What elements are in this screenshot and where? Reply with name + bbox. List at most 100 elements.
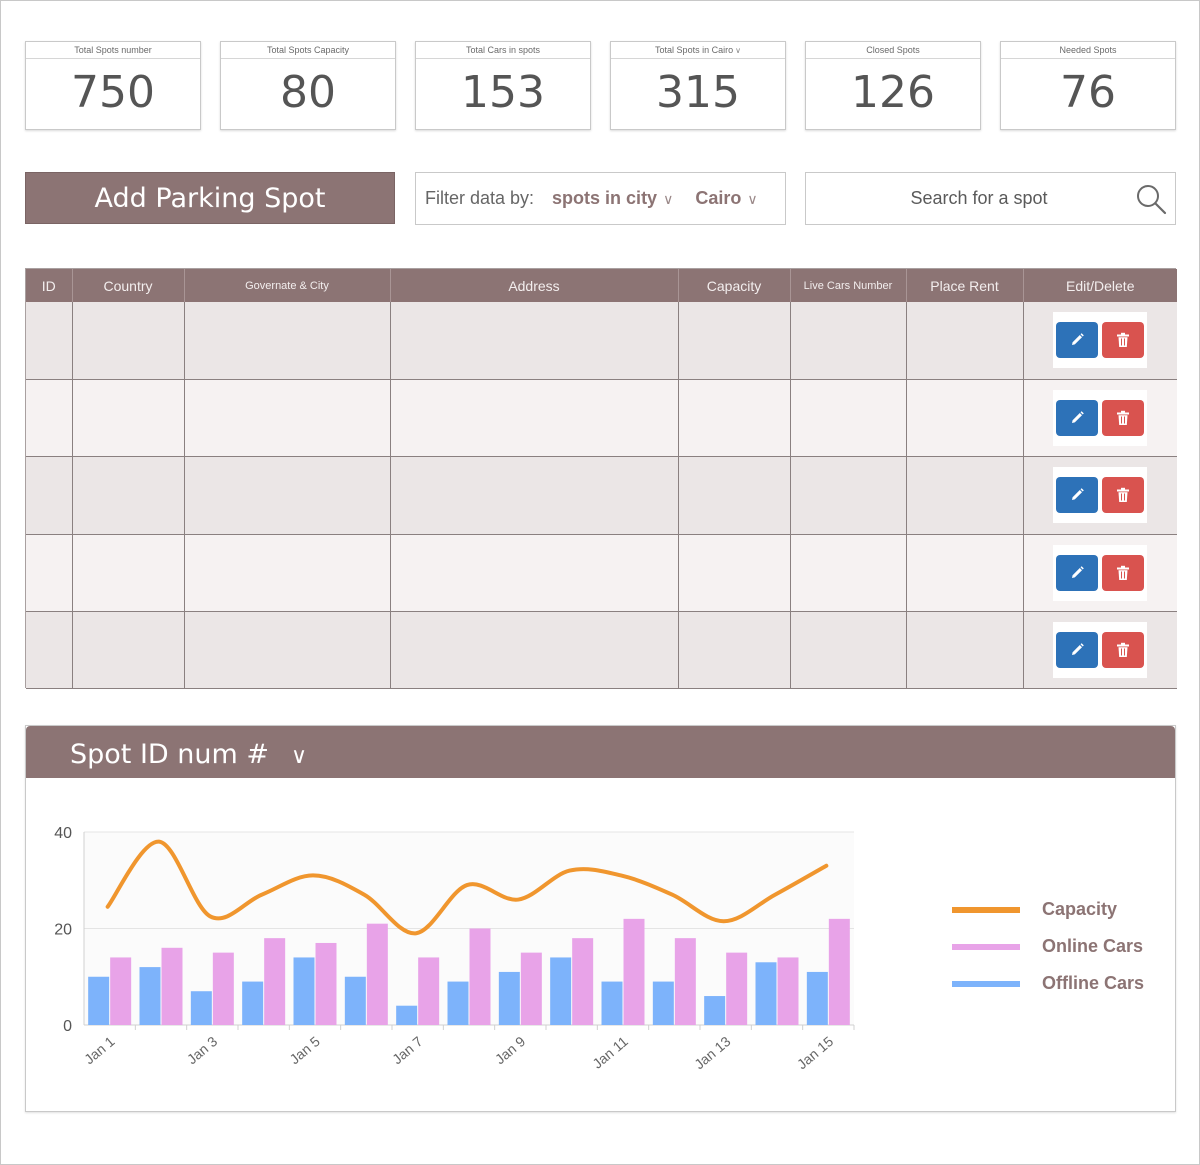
bar-online-cars	[366, 923, 388, 1025]
column-header: Capacity	[678, 269, 791, 302]
bar-online-cars	[161, 947, 183, 1025]
column-header: ID	[26, 269, 73, 302]
stat-value: 750	[71, 67, 155, 118]
bar-online-cars	[520, 952, 542, 1025]
filter-value-select[interactable]: Cairo ∨	[695, 188, 757, 209]
bar-offline-cars	[139, 967, 161, 1025]
table-cell	[790, 456, 907, 535]
table-cell	[72, 534, 185, 613]
stat-value: 153	[461, 67, 545, 118]
stat-card: Total Spots number 750	[25, 41, 201, 130]
x-tick-label: Jan 1	[81, 1033, 118, 1067]
stat-label[interactable]: Total Spots in Cairo ∨	[611, 42, 785, 59]
table-cell	[26, 379, 73, 458]
filter-label: Filter data by:	[425, 188, 535, 208]
bar-offline-cars	[652, 981, 674, 1025]
table-cell	[790, 379, 907, 458]
stat-label-text: Needed Spots	[1059, 45, 1117, 55]
table-cell	[678, 302, 791, 380]
filter-value-text: Cairo	[695, 188, 742, 208]
x-tick-label: Jan 7	[389, 1033, 426, 1067]
chevron-down-icon: ∨	[663, 191, 674, 207]
bar-offline-cars	[190, 991, 212, 1025]
bar-online-cars	[572, 938, 594, 1025]
trash-icon	[1116, 565, 1130, 581]
edit-button[interactable]	[1056, 477, 1099, 514]
delete-button[interactable]	[1102, 477, 1145, 514]
bar-offline-cars	[344, 976, 366, 1025]
row-actions	[1053, 544, 1148, 601]
bar-online-cars	[418, 957, 440, 1025]
filter-field-select[interactable]: spots in city ∨	[552, 188, 673, 209]
delete-button[interactable]	[1102, 322, 1145, 359]
table-row	[26, 456, 1177, 535]
stat-card: Total Cars in spots 153	[415, 41, 591, 130]
bar-online-cars	[469, 928, 491, 1025]
bar-offline-cars	[242, 981, 264, 1025]
column-header: Place Rent	[906, 269, 1024, 302]
table-cell	[678, 456, 791, 535]
table-cell	[1023, 611, 1177, 690]
table-cell	[184, 611, 391, 690]
chevron-down-icon[interactable]: ∨	[291, 744, 307, 769]
bar-online-cars	[212, 952, 234, 1025]
chevron-down-icon: ∨	[747, 191, 758, 207]
search-icon[interactable]	[1135, 183, 1167, 215]
table-cell	[390, 302, 679, 380]
delete-button[interactable]	[1102, 400, 1145, 437]
stat-card: Needed Spots 76	[1000, 41, 1176, 130]
delete-button[interactable]	[1102, 554, 1145, 591]
edit-button[interactable]	[1056, 632, 1099, 669]
bar-offline-cars	[88, 976, 110, 1025]
chart-panel: Spot ID num # ∨ 0 20 40 Jan 1 Jan 3 Jan 5 Jan 7…	[25, 725, 1176, 1112]
table-cell	[26, 611, 73, 690]
table-cell	[678, 534, 791, 613]
bar-offline-cars	[704, 996, 726, 1025]
y-tick-label: 0	[63, 1018, 72, 1035]
stat-value: 80	[280, 67, 336, 118]
table-cell	[26, 456, 73, 535]
table-cell	[184, 379, 391, 458]
edit-button[interactable]	[1056, 400, 1099, 437]
bar-online-cars	[674, 938, 696, 1025]
table-header: ID Country Governate & City Address Capacity…	[26, 269, 1177, 302]
y-tick-label: 40	[54, 825, 72, 842]
stat-label-text: Closed Spots	[866, 45, 920, 55]
table-cell	[790, 302, 907, 380]
column-header: Country	[72, 269, 185, 302]
stat-label-text: Total Spots in Cairo	[655, 45, 734, 55]
stat-label: Total Spots Capacity	[221, 42, 395, 59]
stat-label: Closed Spots	[806, 42, 980, 59]
search-input[interactable]	[806, 173, 1136, 224]
bar-online-cars	[264, 938, 286, 1025]
legend-swatch	[952, 980, 1020, 987]
bar-online-cars	[315, 942, 337, 1025]
bar-offline-cars	[498, 971, 520, 1025]
bar-offline-cars	[396, 1005, 418, 1025]
stat-card: Closed Spots 126	[805, 41, 981, 130]
column-header: Live Cars Number	[790, 269, 907, 302]
edit-button[interactable]	[1056, 554, 1099, 591]
search-box	[805, 172, 1176, 225]
edit-button[interactable]	[1056, 322, 1099, 359]
pencil-icon	[1069, 332, 1085, 348]
stat-label-text: Total Spots Capacity	[266, 45, 350, 55]
stat-value: 315	[656, 67, 740, 118]
table-cell	[72, 611, 185, 690]
row-actions	[1053, 312, 1148, 369]
legend-swatch	[952, 943, 1020, 950]
add-parking-spot-button[interactable]: Add Parking Spot	[25, 172, 395, 224]
stat-label-text: Total Spots number	[74, 45, 152, 55]
table-cell	[72, 379, 185, 458]
y-tick-label: 20	[54, 922, 72, 939]
trash-icon	[1116, 487, 1130, 503]
x-tick-label: Jan 9	[492, 1033, 529, 1067]
legend-label: Online Cars	[1042, 936, 1144, 956]
delete-button[interactable]	[1102, 632, 1145, 669]
trash-icon	[1116, 410, 1130, 426]
trash-icon	[1116, 642, 1130, 658]
bar-offline-cars	[601, 981, 623, 1025]
chevron-down-icon[interactable]: ∨	[735, 46, 741, 55]
table-cell	[1023, 302, 1177, 380]
table-cell	[906, 302, 1024, 380]
